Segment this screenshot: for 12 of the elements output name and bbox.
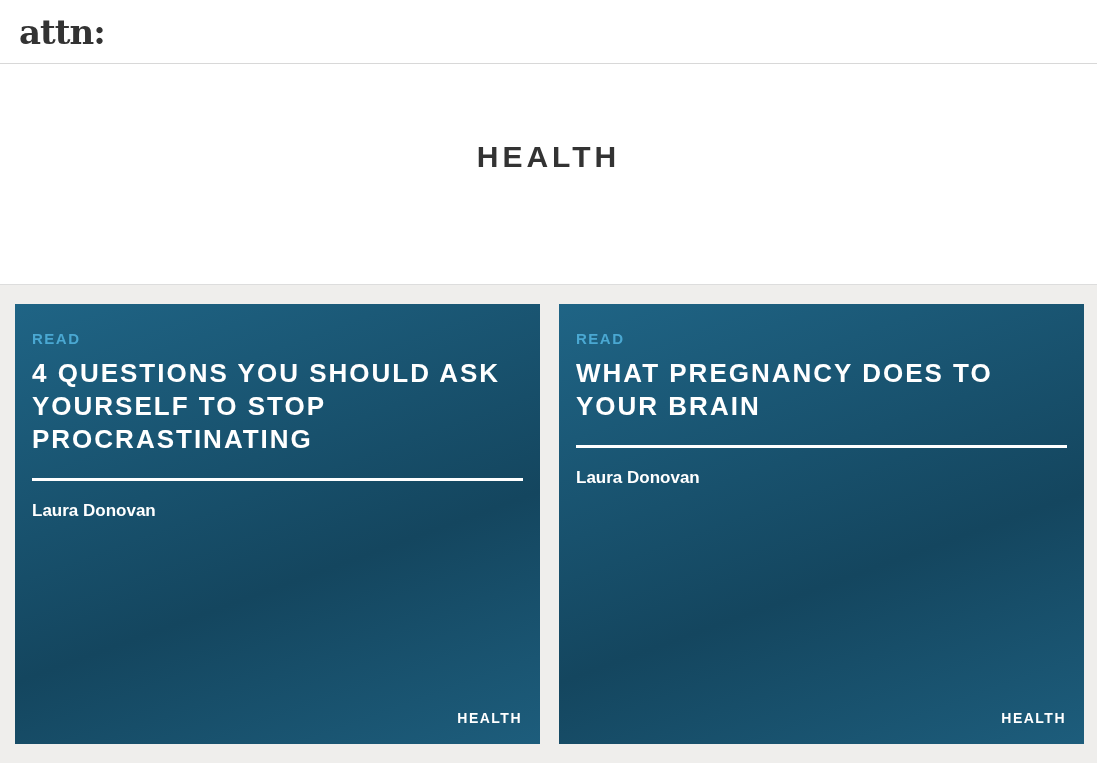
category-label[interactable]: HEALTH: [1001, 710, 1066, 726]
article-card[interactable]: READ 4 QUESTIONS YOU SHOULD ASK YOURSELF TO STOP PROCRASTINATING Laura Donovan HEALTH: [15, 304, 540, 744]
article-title[interactable]: 4 QUESTIONS YOU SHOULD ASK YOURSELF TO STOP PROCRASTINATING: [32, 357, 523, 456]
category-label[interactable]: HEALTH: [457, 710, 522, 726]
read-label: READ: [32, 330, 81, 347]
page-title: HEALTH: [476, 140, 621, 175]
article-card[interactable]: READ WHAT PREGNANCY DOES TO YOUR BRAIN Laura Donovan HEALTH: [559, 304, 1084, 744]
author-name: Laura Donovan: [32, 501, 156, 521]
read-label: READ: [576, 330, 625, 347]
site-logo[interactable]: attn:: [19, 11, 105, 52]
author-name: Laura Donovan: [576, 468, 700, 488]
article-title[interactable]: WHAT PREGNANCY DOES TO YOUR BRAIN: [576, 357, 1067, 423]
